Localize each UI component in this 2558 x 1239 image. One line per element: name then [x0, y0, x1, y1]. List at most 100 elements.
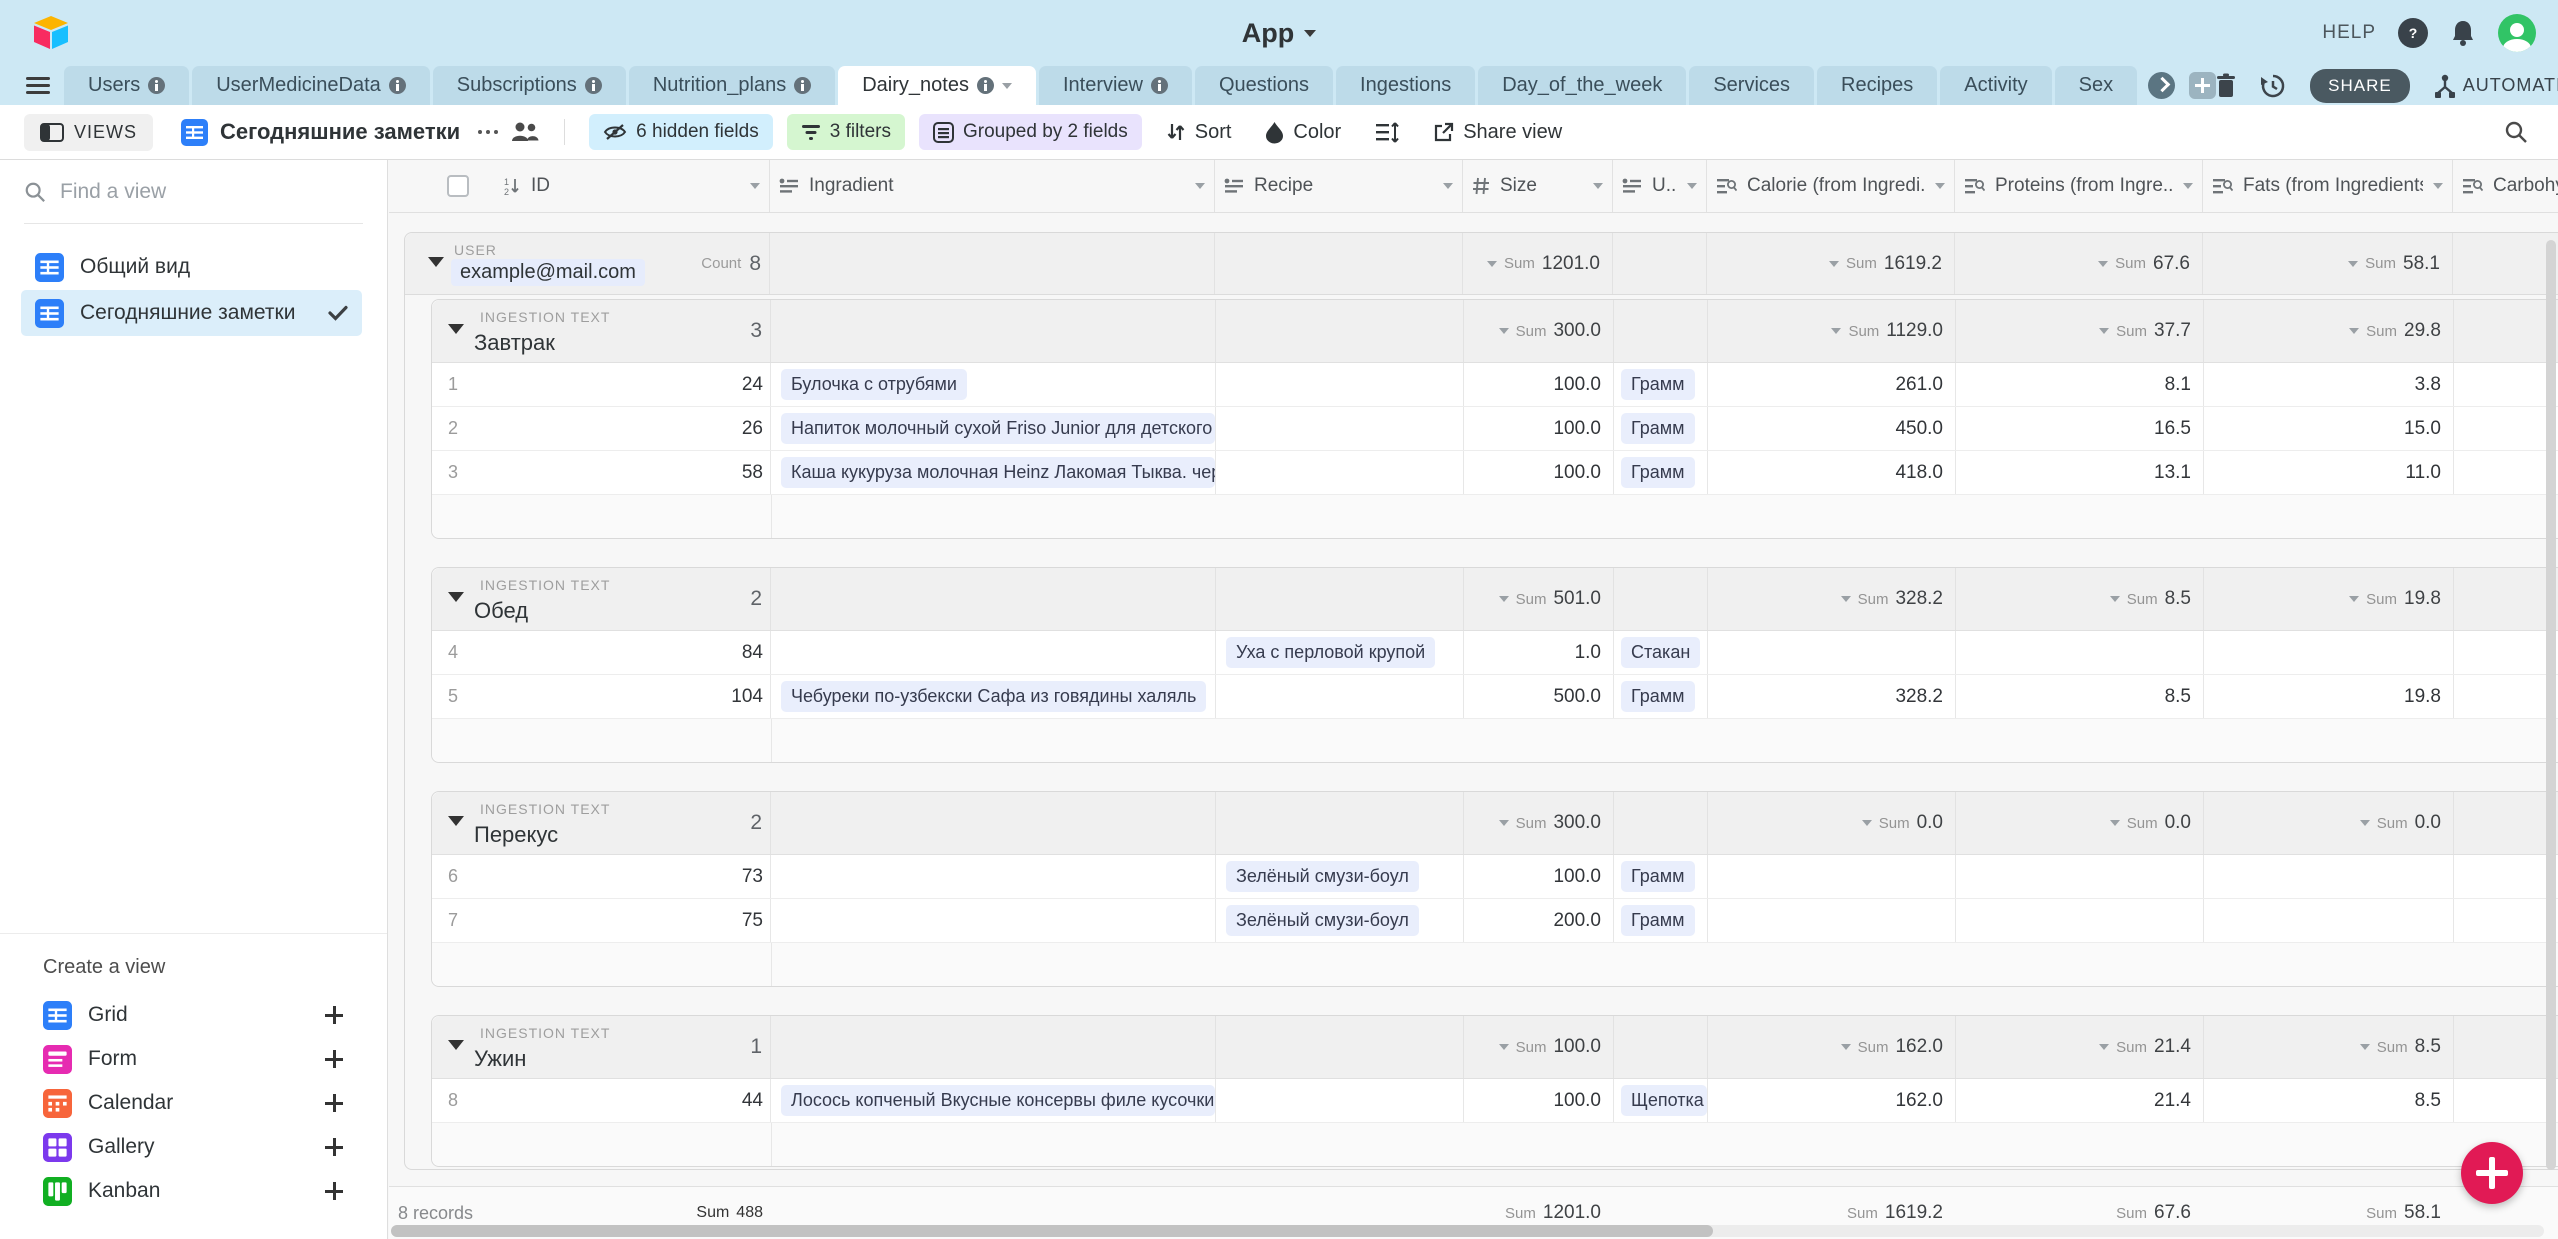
table-row[interactable]: 124 Булочка с отрубями 100.0 Грамм 261.0…	[432, 363, 2558, 407]
create-form-view[interactable]: Form	[0, 1037, 387, 1081]
cell-calorie[interactable]: 162.0	[1708, 1079, 1956, 1122]
tab-sex[interactable]: Sex	[2055, 66, 2137, 105]
cell-id[interactable]: 75	[742, 910, 763, 932]
plus-icon[interactable]	[325, 1138, 343, 1156]
bell-icon[interactable]	[2450, 19, 2476, 47]
tab-day-of-the-week[interactable]: Day_of_the_week	[1478, 66, 1686, 105]
cell-size[interactable]: 500.0	[1464, 675, 1614, 718]
table-row[interactable]: 5104 Чебуреки по-узбекски Сафа из говяди…	[432, 675, 2558, 719]
cell-proteins[interactable]: 13.1	[1956, 451, 2204, 494]
create-kanban-view[interactable]: Kanban	[0, 1169, 387, 1213]
caret-down-icon[interactable]	[1687, 183, 1697, 189]
tab-nutrition-plans[interactable]: Nutrition_plans	[629, 66, 835, 105]
tab-dairy-notes[interactable]: Dairy_notes	[838, 66, 1036, 105]
tab-interview[interactable]: Interview	[1039, 66, 1192, 105]
share-button[interactable]: SHARE	[2310, 69, 2410, 103]
recipe-chip[interactable]: Уха с перловой крупой	[1226, 637, 1435, 668]
column-header-proteins[interactable]: Proteins (from Ingre...	[1955, 160, 2203, 212]
add-record-fab-button[interactable]	[2461, 1142, 2523, 1204]
group-sum-proteins[interactable]: Sum67.6	[2098, 253, 2202, 275]
group-button[interactable]: Grouped by 2 fields	[919, 114, 1142, 150]
caret-down-icon[interactable]	[1593, 183, 1603, 189]
column-header-id[interactable]: 12 ID	[389, 160, 770, 212]
subgroup-sum-calorie[interactable]: Sum1129.0	[1831, 320, 1955, 342]
table-row[interactable]: 844 Лосось копченый Вкусные консервы фил…	[432, 1079, 2558, 1123]
cell-id[interactable]: 73	[742, 866, 763, 888]
subgroup-sum-calorie[interactable]: Sum0.0	[1862, 812, 1955, 834]
view-title[interactable]: Сегодняшние заметки	[220, 119, 460, 145]
tab-users[interactable]: Users	[64, 66, 189, 105]
trash-icon[interactable]	[2216, 73, 2236, 99]
search-icon[interactable]	[2504, 120, 2528, 144]
recipe-chip[interactable]: Зелёный смузи-боул	[1226, 861, 1419, 892]
subgroup-sum-size[interactable]: Sum300.0	[1499, 812, 1613, 834]
add-record-strip[interactable]	[432, 719, 2558, 762]
caret-down-icon[interactable]	[2433, 183, 2443, 189]
footer-sum-proteins[interactable]: Sum67.6	[2116, 1202, 2203, 1224]
ingredient-chip[interactable]: Каша кукуруза молочная Heinz Лакомая Тык…	[781, 457, 1215, 488]
cell-fats[interactable]: 3.8	[2204, 363, 2454, 406]
info-icon[interactable]	[389, 77, 406, 94]
subgroup-sum-fats[interactable]: Sum29.8	[2349, 320, 2453, 342]
column-header-unit[interactable]: U...	[1613, 160, 1707, 212]
caret-down-icon[interactable]	[2183, 183, 2193, 189]
tab-services[interactable]: Services	[1689, 66, 1814, 105]
table-row[interactable]: 673 Зелёный смузи-боул 100.0 Грамм	[432, 855, 2558, 899]
subgroup-sum-proteins[interactable]: Sum21.4	[2099, 1036, 2203, 1058]
footer-sum-fats[interactable]: Sum58.1	[2366, 1202, 2453, 1224]
create-grid-view[interactable]: Grid	[0, 993, 387, 1037]
column-header-size[interactable]: Size	[1463, 160, 1613, 212]
tab-subscriptions[interactable]: Subscriptions	[433, 66, 626, 105]
table-row[interactable]: 358 Каша кукуруза молочная Heinz Лакомая…	[432, 451, 2558, 495]
hamburger-menu-icon[interactable]	[26, 66, 50, 105]
cell-id[interactable]: 104	[731, 686, 763, 708]
collapse-group-icon[interactable]	[448, 816, 464, 826]
horizontal-scrollbar-thumb[interactable]	[391, 1225, 1713, 1237]
ingredient-chip[interactable]: Напиток молочный сухой Friso Junior для …	[781, 413, 1215, 444]
caret-down-icon[interactable]	[1935, 183, 1945, 189]
views-toggle-button[interactable]: VIEWS	[24, 114, 153, 151]
cell-calorie[interactable]: 328.2	[1708, 675, 1956, 718]
subgroup-sum-fats[interactable]: Sum19.8	[2349, 588, 2453, 610]
column-header-carbohydrates[interactable]: Carbohy	[2453, 160, 2558, 212]
subgroup-sum-calorie[interactable]: Sum328.2	[1841, 588, 1955, 610]
table-row[interactable]: 484 Уха с перловой крупой 1.0 Стакан	[432, 631, 2558, 675]
footer-sum-calorie[interactable]: Sum1619.2	[1847, 1202, 1955, 1224]
plus-icon[interactable]	[325, 1094, 343, 1112]
unit-chip[interactable]: Грамм	[1621, 905, 1695, 936]
select-all-checkbox[interactable]	[447, 175, 469, 197]
caret-down-icon[interactable]	[1002, 83, 1012, 89]
table-row[interactable]: 775 Зелёный смузи-боул 200.0 Грамм	[432, 899, 2558, 943]
ingredient-chip[interactable]: Булочка с отрубями	[781, 369, 967, 400]
info-icon[interactable]	[977, 77, 994, 94]
unit-chip[interactable]: Стакан	[1621, 637, 1700, 668]
create-calendar-view[interactable]: Calendar	[0, 1081, 387, 1125]
footer-sum-id[interactable]: Sum488	[696, 1204, 763, 1222]
cell-size[interactable]: 100.0	[1464, 363, 1614, 406]
collaborators-icon[interactable]	[510, 121, 540, 143]
info-icon[interactable]	[794, 77, 811, 94]
add-table-button[interactable]	[2189, 72, 2216, 99]
cell-id[interactable]: 84	[742, 642, 763, 664]
ingredient-chip[interactable]: Чебуреки по-узбекски Сафа из говядины ха…	[781, 681, 1206, 712]
cell-calorie[interactable]: 450.0	[1708, 407, 1956, 450]
subgroup-sum-size[interactable]: Sum300.0	[1499, 320, 1613, 342]
subgroup-sum-proteins[interactable]: Sum37.7	[2099, 320, 2203, 342]
column-header-fats[interactable]: Fats (from Ingredients)	[2203, 160, 2453, 212]
history-icon[interactable]	[2260, 73, 2286, 99]
hidden-fields-button[interactable]: 6 hidden fields	[589, 114, 773, 150]
cell-size[interactable]: 100.0	[1464, 451, 1614, 494]
group-sum-size[interactable]: Sum1201.0	[1487, 253, 1612, 275]
tab-usermedicinedata[interactable]: UserMedicineData	[192, 66, 430, 105]
tab-activity[interactable]: Activity	[1940, 66, 2051, 105]
share-view-button[interactable]: Share view	[1423, 114, 1572, 150]
ingredient-chip[interactable]: Лосось копченый Вкусные консервы филе ку…	[781, 1085, 1215, 1116]
cell-size[interactable]: 100.0	[1464, 1079, 1614, 1122]
collapse-group-icon[interactable]	[448, 324, 464, 334]
info-icon[interactable]	[585, 77, 602, 94]
row-height-button[interactable]	[1365, 114, 1409, 150]
unit-chip[interactable]: Грамм	[1621, 369, 1695, 400]
subgroup-sum-proteins[interactable]: Sum8.5	[2110, 588, 2203, 610]
subgroup-sum-size[interactable]: Sum100.0	[1499, 1036, 1613, 1058]
cell-fats[interactable]: 8.5	[2204, 1079, 2454, 1122]
